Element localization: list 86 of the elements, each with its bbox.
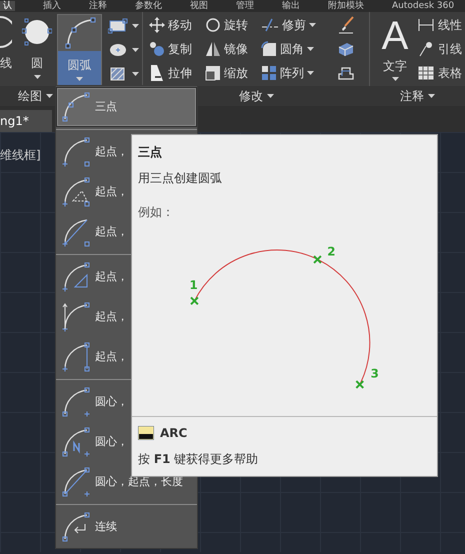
ribbon-tab[interactable]: 管理 [236, 1, 254, 11]
point-label: 1 [190, 278, 198, 292]
caret-icon [76, 76, 83, 80]
four-arrows-icon[interactable] [149, 16, 165, 32]
caret-icon [267, 94, 274, 98]
circle-button[interactable]: 圆 [20, 14, 54, 86]
tool-button[interactable]: 移动 [149, 15, 205, 34]
tooltip-description: 用三点创建圆弧 [138, 170, 222, 187]
tool-button[interactable]: 旋转 [205, 15, 261, 34]
ribbon-tab[interactable]: 参数化 [135, 1, 162, 11]
caret-icon [309, 22, 316, 26]
caret-icon [428, 94, 435, 98]
arc-icon [60, 510, 92, 544]
dashed-line-icon[interactable] [261, 16, 279, 32]
ribbon-tab[interactable]: 视图 [190, 1, 208, 11]
box-icon[interactable] [337, 40, 355, 56]
point-marker [313, 255, 322, 264]
arc-icon [60, 90, 92, 124]
circle-outline-icon[interactable] [0, 15, 12, 49]
arc-icon [60, 425, 92, 459]
arc-icon [60, 260, 92, 294]
arc-icon[interactable] [62, 16, 96, 50]
tool-button[interactable]: 缩放 [205, 63, 261, 82]
arc-button[interactable]: 圆弧 [57, 14, 102, 86]
caret-icon [34, 75, 40, 79]
text-button[interactable]: A 文字 [380, 15, 410, 86]
table-icon[interactable] [418, 66, 434, 80]
panel-title: 修改 [239, 88, 263, 105]
caret-icon [46, 94, 53, 98]
caret-icon [392, 77, 398, 81]
tool-button[interactable]: 镜像 [205, 39, 261, 58]
point-marker [355, 380, 364, 389]
ribbon-tab[interactable]: 注释 [89, 1, 107, 11]
tool-button[interactable]: 线性 [418, 15, 462, 34]
tool-button[interactable]: 引线 [418, 39, 462, 58]
caret-icon [307, 46, 314, 50]
copy-icon[interactable] [149, 40, 165, 56]
arc-icon [60, 135, 92, 169]
caret-icon [132, 24, 139, 28]
caret-icon [132, 72, 139, 76]
tool-button[interactable]: 圆角 [261, 39, 329, 58]
tool-button[interactable]: 拉伸 [149, 63, 205, 82]
menu-item[interactable]: 连续 [56, 507, 197, 547]
corner-icon[interactable] [261, 40, 277, 56]
ribbon-tab[interactable]: 认 [0, 1, 15, 11]
ribbon-tab[interactable]: Autodesk 360 [392, 1, 454, 11]
mirror-icon[interactable] [205, 40, 221, 56]
tool-button[interactable]: 修剪 [261, 15, 329, 34]
tool-button[interactable]: 复制 [149, 39, 205, 58]
point-marker [190, 296, 199, 306]
caret-icon [307, 70, 314, 74]
tooltip-title: 三点 [138, 144, 162, 161]
dimension-icon[interactable] [418, 18, 434, 32]
viewport-label[interactable]: 维线框] [0, 146, 41, 164]
ring-icon[interactable] [205, 16, 221, 32]
help-hint: 按 F1 键获得更多帮助 [138, 451, 258, 468]
ellipse-icon[interactable] [108, 42, 128, 58]
leader-icon[interactable] [418, 40, 434, 56]
point-label: 3 [370, 366, 379, 381]
arc-icon [60, 385, 92, 419]
point-label: 2 [327, 244, 336, 259]
file-tab[interactable]: ng1* [0, 110, 52, 132]
arc-icon [60, 300, 92, 334]
ribbon-tab[interactable]: 输出 [282, 1, 300, 11]
tool-button[interactable]: 表格 [418, 63, 462, 82]
caret-icon [132, 48, 139, 52]
circle-icon[interactable] [22, 17, 52, 47]
brush-icon[interactable] [337, 16, 355, 34]
arc-icon [60, 340, 92, 374]
grid-squares-icon[interactable] [261, 64, 277, 80]
line-button[interactable]: 线 [0, 14, 18, 86]
panel-title: 绘图 [18, 88, 42, 105]
menu-item[interactable]: 三点 [56, 87, 197, 127]
offset-icon[interactable] [337, 64, 355, 80]
scale-icon[interactable] [205, 64, 221, 80]
arc-icon [60, 465, 92, 499]
panel-title: 注释 [400, 88, 424, 105]
command-name: ARC [160, 425, 188, 442]
stretch-icon[interactable] [149, 64, 165, 82]
ribbon-tab[interactable]: 插入 [43, 1, 61, 11]
example-label: 例如： [138, 204, 174, 221]
ribbon-tab[interactable]: 附加模块 [328, 1, 364, 11]
arc-icon [60, 175, 92, 209]
rectangle-icon[interactable] [108, 18, 128, 34]
command-window-icon [138, 426, 154, 440]
tool-button[interactable]: 阵列 [261, 63, 329, 82]
